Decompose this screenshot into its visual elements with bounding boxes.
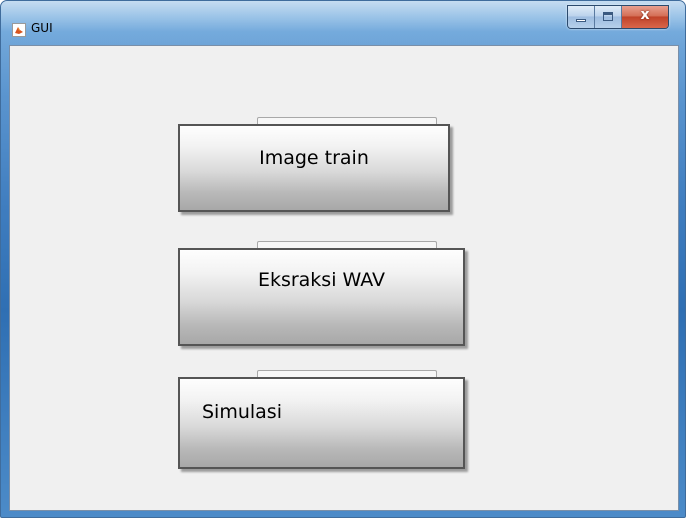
window-title: GUI bbox=[31, 21, 53, 35]
image-train-button[interactable]: Image train bbox=[178, 124, 450, 212]
title-bar[interactable]: GUI x bbox=[1, 1, 685, 45]
caption-buttons: x bbox=[567, 5, 669, 29]
maximize-button[interactable] bbox=[595, 6, 622, 28]
simulasi-button[interactable]: Simulasi bbox=[178, 377, 465, 469]
maximize-icon bbox=[603, 12, 613, 21]
close-button[interactable]: x bbox=[622, 6, 668, 28]
minimize-button[interactable] bbox=[568, 6, 595, 28]
matlab-figure-icon bbox=[12, 23, 26, 37]
gui-window: GUI x Image train Eksraksi WAV Simulasi bbox=[0, 0, 686, 518]
ekstraksi-wav-label: Eksraksi WAV bbox=[257, 269, 386, 291]
ekstraksi-wav-button[interactable]: Eksraksi WAV bbox=[178, 248, 465, 346]
minimize-icon bbox=[576, 19, 586, 22]
figure-client-area: Image train Eksraksi WAV Simulasi bbox=[9, 45, 679, 511]
close-icon: x bbox=[640, 7, 650, 23]
image-train-label: Image train bbox=[259, 147, 369, 169]
simulasi-label: Simulasi bbox=[202, 401, 282, 423]
